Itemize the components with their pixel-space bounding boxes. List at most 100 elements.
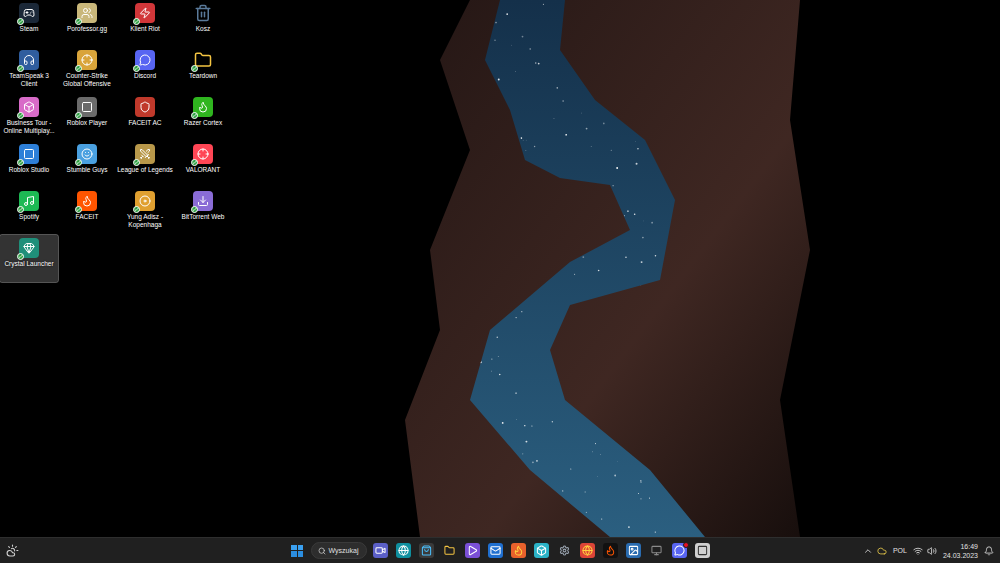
photos-icon <box>626 543 641 558</box>
sync-check-icon <box>191 206 198 213</box>
roblox-icon <box>695 543 710 558</box>
windows-logo-icon <box>291 545 303 557</box>
sync-check-icon <box>133 159 140 166</box>
desktop-icon[interactable]: Yung Adisz - Kopenhaga <box>116 188 174 235</box>
onedrive-icon[interactable] <box>877 546 887 556</box>
desktop-icon-label: Crystal Launcher <box>1 260 57 268</box>
taskbar-app[interactable] <box>461 540 484 562</box>
desktop-icon[interactable]: Klient Riot <box>116 0 174 47</box>
desktop-icon-label: Spotify <box>1 213 57 221</box>
start-button[interactable] <box>286 540 309 562</box>
desktop-icon[interactable]: VALORANT <box>174 141 232 188</box>
desktop-icon[interactable]: Discord <box>116 47 174 94</box>
desktop-icon[interactable]: TeamSpeak 3 Client <box>0 47 58 94</box>
desktop-icon-label: Steam <box>1 25 57 33</box>
search-placeholder: Wyszukaj <box>329 546 359 555</box>
taskbar-app[interactable] <box>369 540 392 562</box>
desktop-icon-grid: SteamPorofessor.ggKlient RiotKosz TeamSpe… <box>0 0 232 282</box>
language-indicator[interactable]: POL <box>891 546 909 555</box>
firefox-icon <box>511 543 526 558</box>
desktop-icon-label: Stumble Guys <box>59 166 115 174</box>
desktop-icon[interactable]: Razer Cortex <box>174 94 232 141</box>
sync-check-icon <box>17 159 24 166</box>
desktop-icon-label: TeamSpeak 3 Client <box>1 72 57 88</box>
desktop-icon[interactable]: FACEIT <box>58 188 116 235</box>
desktop-icon[interactable]: FACEIT AC <box>116 94 174 141</box>
notifications-icon[interactable] <box>984 546 994 556</box>
sync-check-icon <box>191 159 198 166</box>
desktop-icon[interactable]: Teardown <box>174 47 232 94</box>
notification-badge <box>683 542 689 548</box>
desktop-icon-label: Counter-Strike Global Offensive <box>59 72 115 88</box>
clipchamp-icon <box>465 543 480 558</box>
desktop-icon-label: Porofessor.gg <box>59 25 115 33</box>
taskbar-app[interactable] <box>576 540 599 562</box>
desktop-icon[interactable]: Crystal Launcher <box>0 235 58 282</box>
desktop-icon[interactable]: League of Legends <box>116 141 174 188</box>
sync-check-icon <box>191 65 198 72</box>
taskbar-app[interactable] <box>599 540 622 562</box>
taskbar-app[interactable] <box>553 540 576 562</box>
desktop-icon[interactable]: Spotify <box>0 188 58 235</box>
desktop-icon-label: Klient Riot <box>117 25 173 33</box>
taskbar-app[interactable] <box>645 540 668 562</box>
sync-check-icon <box>17 112 24 119</box>
desktop-icon-label: Discord <box>117 72 173 80</box>
desktop-icon[interactable]: Stumble Guys <box>58 141 116 188</box>
volume-icon[interactable] <box>927 546 937 556</box>
desktop-icon-label: BitTorrent Web <box>175 213 231 221</box>
sync-check-icon <box>191 112 198 119</box>
taskbar-app[interactable] <box>392 540 415 562</box>
store-icon <box>419 543 434 558</box>
desktop-icon[interactable]: Porofessor.gg <box>58 0 116 47</box>
sync-check-icon <box>17 206 24 213</box>
desktop-icon-label: Roblox Player <box>59 119 115 127</box>
faceitac-icon <box>135 97 155 117</box>
desktop-icon[interactable]: Business Tour - Online Multiplay... <box>0 94 58 141</box>
taskbar-app[interactable] <box>507 540 530 562</box>
sync-check-icon <box>17 18 24 25</box>
edge-icon <box>396 543 411 558</box>
clock-time: 16:49 <box>960 542 978 551</box>
sync-check-icon <box>17 253 24 260</box>
desktop-icon-label: Razer Cortex <box>175 119 231 127</box>
screen: SteamPorofessor.ggKlient RiotKosz TeamSpe… <box>0 0 1000 563</box>
taskbar-app[interactable] <box>415 540 438 562</box>
taskbar-app[interactable] <box>438 540 461 562</box>
desktop-icon-label: Teardown <box>175 72 231 80</box>
taskbar-app[interactable] <box>530 540 553 562</box>
weather-icon[interactable] <box>5 544 19 558</box>
taskbar-center: Wyszukaj <box>286 540 715 562</box>
show-hidden-icons-icon[interactable] <box>863 546 873 556</box>
desktop-icon[interactable]: Roblox Studio <box>0 141 58 188</box>
desktop-icon[interactable]: BitTorrent Web <box>174 188 232 235</box>
desktop-icon-label: League of Legends <box>117 166 173 174</box>
wifi-icon[interactable] <box>913 546 923 556</box>
sync-check-icon <box>75 65 82 72</box>
taskbar-app[interactable] <box>484 540 507 562</box>
desktop-icon[interactable]: Steam <box>0 0 58 47</box>
sync-check-icon <box>133 65 140 72</box>
sync-check-icon <box>75 159 82 166</box>
sync-check-icon <box>75 18 82 25</box>
taskbar-app[interactable] <box>668 540 691 562</box>
search-icon <box>318 547 326 555</box>
clock-date: 24.03.2023 <box>943 551 978 560</box>
desktop-icon-label: Kosz <box>175 25 231 33</box>
desktop: SteamPorofessor.ggKlient RiotKosz TeamSpe… <box>0 0 1000 537</box>
settings-icon <box>557 543 572 558</box>
desktop-icon-label: Yung Adisz - Kopenhaga <box>117 213 173 229</box>
explorer-icon <box>442 543 457 558</box>
taskbar-app[interactable] <box>691 540 714 562</box>
desktop-icon[interactable]: Counter-Strike Global Offensive <box>58 47 116 94</box>
sync-check-icon <box>17 65 24 72</box>
desktop-icon-label: FACEIT AC <box>117 119 173 127</box>
search-box[interactable]: Wyszukaj <box>311 542 368 559</box>
faceit-icon <box>603 543 618 558</box>
desktop-icon[interactable]: Kosz <box>174 0 232 47</box>
desktop-icon[interactable]: Roblox Player <box>58 94 116 141</box>
taskbar-app[interactable] <box>622 540 645 562</box>
trash-icon <box>193 3 213 23</box>
mail-icon <box>488 543 503 558</box>
clock[interactable]: 16:4924.03.2023 <box>941 542 980 560</box>
